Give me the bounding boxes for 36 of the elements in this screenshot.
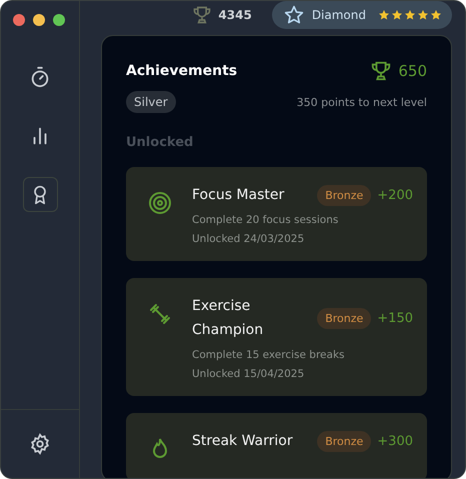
panel-title: Achievements — [126, 63, 238, 79]
tier-badge: Bronze — [317, 308, 372, 328]
achievement-points: +150 — [377, 310, 413, 326]
progress-note: 350 points to next level — [296, 96, 427, 108]
target-icon — [148, 191, 172, 215]
trophy-icon — [370, 60, 392, 82]
close-window-button[interactable] — [13, 14, 25, 26]
dumbbell-icon — [148, 302, 172, 326]
rank-label: Diamond — [312, 8, 366, 22]
achievement-description: Complete 20 focus sessions — [192, 214, 340, 226]
points-total: 4345 — [218, 8, 252, 22]
unlock-date: Unlocked 15/04/2025 — [192, 368, 306, 380]
minimize-window-button[interactable] — [33, 14, 45, 26]
tier-badge: Bronze — [317, 430, 372, 452]
section-heading: Unlocked — [126, 135, 194, 150]
achievement-title: Exercise Champion — [192, 297, 264, 340]
star-icon — [417, 9, 429, 21]
level-badge: Silver — [126, 91, 176, 113]
achievement-description: Complete 15 exercise breaks — [192, 349, 346, 361]
tier-badge: Bronze — [317, 184, 372, 206]
star-icon — [378, 9, 390, 21]
star-icon — [430, 9, 442, 21]
sidebar-item[interactable] — [22, 177, 58, 212]
achievement-points: +200 — [377, 188, 413, 202]
stopwatch-icon — [29, 66, 51, 88]
star-outline-icon — [284, 5, 304, 25]
star-icon — [404, 9, 416, 21]
achievement-title: Focus Master — [192, 186, 286, 205]
settings-icon — [29, 433, 51, 455]
unlock-date: Unlocked 24/03/2025 — [192, 233, 306, 245]
trophy-icon — [192, 5, 212, 25]
star-icon — [391, 9, 403, 21]
achievement-points: 650 — [398, 62, 427, 80]
achievement-title: Streak Warrior — [192, 432, 294, 451]
achievement-points: +300 — [377, 434, 413, 448]
zoom-window-button[interactable] — [53, 14, 65, 26]
